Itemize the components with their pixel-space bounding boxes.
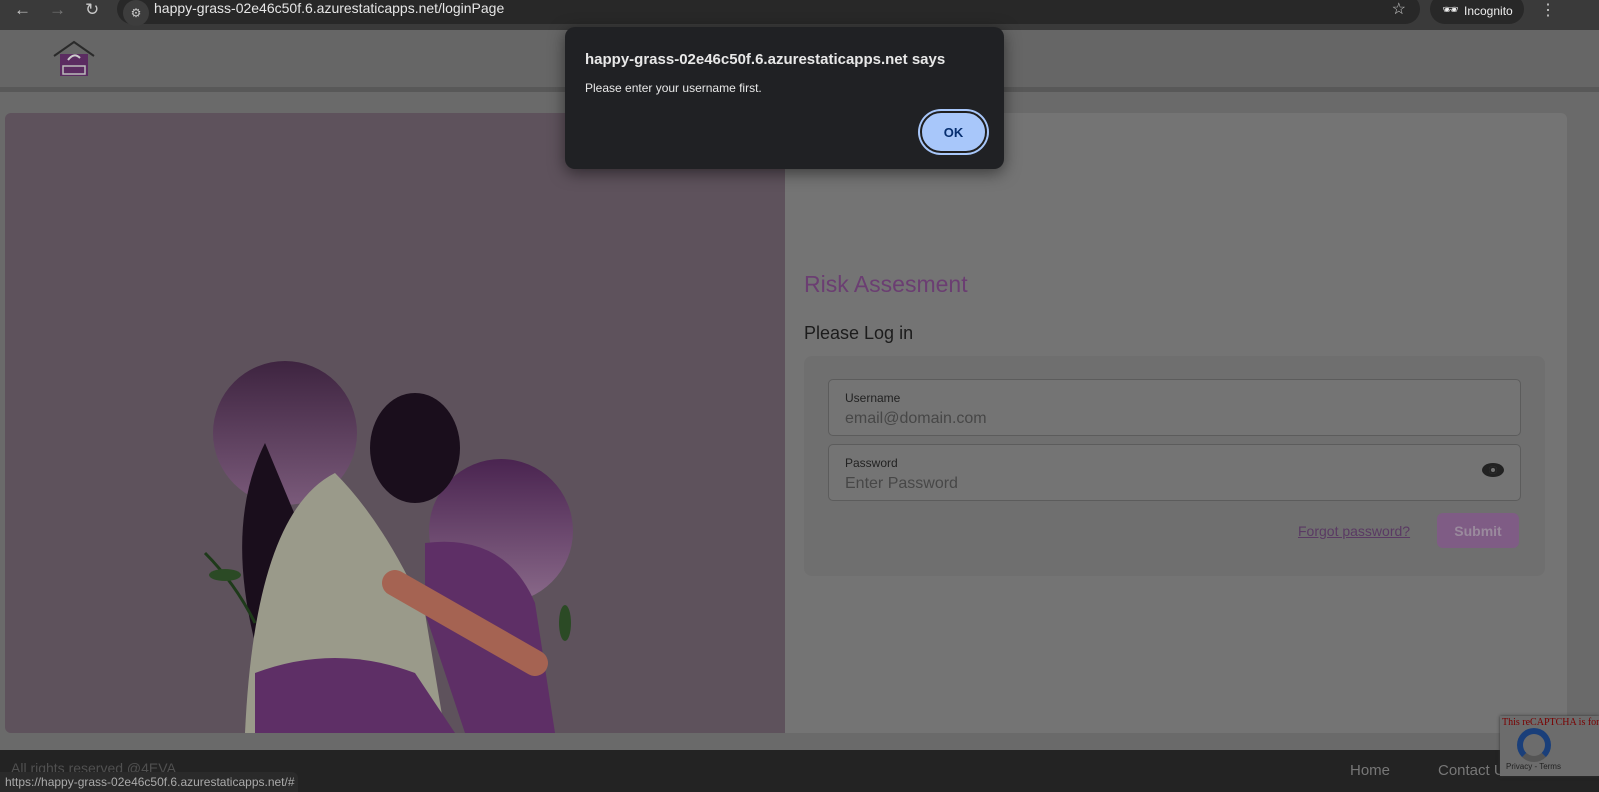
- dialog-message: Please enter your username first.: [585, 81, 762, 95]
- browser-toolbar: ← → ↻ ⚙ happy-grass-02e46c50f.6.azuresta…: [0, 0, 1599, 30]
- incognito-icon: 🕶: [1442, 2, 1459, 17]
- logo-icon[interactable]: [52, 40, 96, 78]
- app-title: Risk Assesment: [804, 271, 968, 297]
- recaptcha-warning: This reCAPTCHA is for testing purposes o…: [1502, 717, 1599, 728]
- username-label: Username: [845, 391, 901, 405]
- username-input[interactable]: [845, 410, 1445, 428]
- reload-icon[interactable]: ↻: [85, 0, 99, 20]
- url-text[interactable]: happy-grass-02e46c50f.6.azurestaticapps.…: [154, 0, 504, 16]
- password-input[interactable]: [845, 475, 1445, 493]
- login-heading: Please Log in: [804, 323, 914, 343]
- dialog-title: happy-grass-02e46c50f.6.azurestaticapps.…: [585, 51, 946, 68]
- menu-icon[interactable]: ⋮: [1540, 0, 1556, 20]
- footer-link-home[interactable]: Home: [1350, 762, 1390, 779]
- password-label: Password: [845, 456, 898, 470]
- recaptcha-badge[interactable]: This reCAPTCHA is for testing purposes o…: [1500, 716, 1599, 776]
- forgot-password-link[interactable]: Forgot password?: [1298, 523, 1410, 539]
- password-field[interactable]: Password: [828, 444, 1521, 501]
- submit-button[interactable]: Submit: [1437, 513, 1519, 548]
- ok-button[interactable]: OK: [920, 111, 987, 153]
- sad-woman-illustration: [203, 361, 573, 733]
- recaptcha-terms[interactable]: Privacy - Terms: [1506, 762, 1561, 771]
- link-status-bar: https://happy-grass-02e46c50f.6.azuresta…: [0, 772, 298, 792]
- incognito-badge[interactable]: 🕶 Incognito: [1430, 0, 1524, 24]
- username-field[interactable]: Username: [828, 379, 1521, 436]
- alert-dialog: happy-grass-02e46c50f.6.azurestaticapps.…: [565, 27, 1004, 169]
- address-bar[interactable]: ⚙ happy-grass-02e46c50f.6.azurestaticapp…: [117, 0, 1420, 26]
- forward-icon[interactable]: →: [49, 0, 66, 20]
- show-password-eye-icon[interactable]: [1482, 463, 1504, 477]
- bookmark-star-icon[interactable]: ☆: [1392, 0, 1406, 19]
- recaptcha-logo-icon: [1517, 728, 1551, 762]
- site-settings-icon[interactable]: ⚙: [123, 0, 149, 26]
- back-icon[interactable]: ←: [14, 0, 31, 20]
- profile-label: Incognito: [1464, 4, 1513, 18]
- illustration-panel: [5, 113, 785, 733]
